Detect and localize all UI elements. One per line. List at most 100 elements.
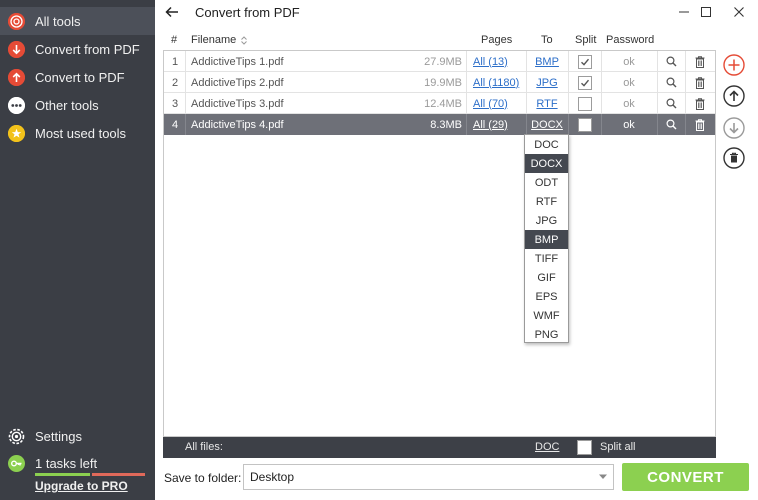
preview-icon[interactable]: [657, 72, 685, 93]
column-header-to: To: [541, 34, 553, 46]
split-checkbox[interactable]: [577, 96, 592, 111]
row-filename: AddictiveTips 1.pdf: [191, 55, 284, 68]
row-number: 3: [172, 97, 179, 110]
row-filename: AddictiveTips 3.pdf: [191, 97, 284, 110]
target-icon: [8, 12, 25, 30]
file-table: 1 AddictiveTips 1.pdf 27.9MB All (13) BM…: [163, 50, 716, 437]
chevron-down-icon: [599, 474, 607, 479]
save-folder-value: Desktop: [250, 470, 295, 484]
key-icon: [8, 454, 25, 472]
move-down-button[interactable]: [723, 117, 745, 139]
format-option-odt[interactable]: ODT: [525, 173, 568, 192]
sidebar-item-all-tools[interactable]: All tools: [0, 7, 155, 35]
table-row[interactable]: 2 AddictiveTips 2.pdf 19.9MB All (1180) …: [164, 72, 715, 93]
split-checkbox[interactable]: [577, 117, 592, 132]
delete-icon[interactable]: [685, 93, 715, 114]
sidebar-item-label: Other tools: [35, 97, 99, 113]
row-password-status: ok: [623, 55, 635, 68]
row-password-status: ok: [623, 118, 635, 131]
row-filename: AddictiveTips 4.pdf: [191, 118, 284, 131]
trash-icon: [723, 147, 745, 169]
format-option-jpg[interactable]: JPG: [525, 211, 568, 230]
column-header-pages: Pages: [481, 34, 513, 46]
checkmark-icon: [580, 58, 589, 66]
format-option-doc[interactable]: DOC: [525, 135, 568, 154]
row-pages-link[interactable]: All (13): [473, 56, 508, 68]
delete-icon[interactable]: [685, 72, 715, 93]
row-file-size: 12.4MB: [424, 97, 462, 110]
preview-icon[interactable]: [657, 114, 685, 135]
column-header-filename[interactable]: Filename: [191, 34, 248, 46]
arrow-down-circle-icon: [8, 40, 25, 58]
save-folder-select[interactable]: Desktop: [243, 464, 614, 490]
row-number: 1: [172, 55, 179, 68]
sidebar-item-most-used-tools[interactable]: Most used tools: [0, 119, 155, 147]
split-checkbox[interactable]: [577, 54, 592, 69]
split-all-checkbox[interactable]: [577, 440, 592, 455]
format-option-eps[interactable]: EPS: [525, 287, 568, 306]
maximize-icon[interactable]: [695, 2, 717, 22]
all-files-label: All files:: [185, 441, 223, 453]
format-option-tiff[interactable]: TIFF: [525, 249, 568, 268]
sidebar-item-settings[interactable]: Settings: [0, 427, 155, 445]
delete-icon[interactable]: [685, 51, 715, 72]
row-file-size: 27.9MB: [424, 55, 462, 68]
format-option-docx[interactable]: DOCX: [525, 154, 568, 173]
row-pages-link[interactable]: All (1180): [473, 77, 519, 89]
sidebar-item-label: Convert from PDF: [35, 41, 140, 57]
sort-icon: [241, 35, 248, 45]
upgrade-link[interactable]: Upgrade to PRO: [35, 479, 128, 493]
format-option-gif[interactable]: GIF: [525, 268, 568, 287]
row-format-select[interactable]: DOCX: [531, 119, 563, 131]
back-arrow-icon[interactable]: [163, 3, 181, 21]
move-up-button[interactable]: [723, 85, 745, 107]
title-bar: Convert from PDF: [155, 0, 758, 24]
row-password-status: ok: [623, 76, 635, 89]
preview-icon[interactable]: [657, 93, 685, 114]
delete-icon[interactable]: [685, 114, 715, 135]
format-option-wmf[interactable]: WMF: [525, 306, 568, 325]
sidebar-item-label: Convert to PDF: [35, 69, 125, 85]
sidebar-item-other-tools[interactable]: Other tools: [0, 91, 155, 119]
table-row-selected[interactable]: 4 AddictiveTips 4.pdf 8.3MB All (29) DOC…: [164, 114, 715, 135]
row-file-size: 8.3MB: [430, 118, 462, 131]
page-title: Convert from PDF: [195, 5, 300, 20]
row-pages-link[interactable]: All (29): [473, 119, 508, 131]
arrow-up-icon: [723, 85, 745, 107]
format-option-bmp[interactable]: BMP: [525, 230, 568, 249]
sidebar: All tools Convert from PDF Convert to PD…: [0, 0, 155, 500]
column-header-password: Password: [606, 34, 655, 46]
split-all-label: Split all: [600, 441, 636, 453]
format-dropdown-menu: DOC DOCX ODT RTF JPG BMP TIFF GIF EPS WM…: [524, 134, 569, 343]
row-pages-link[interactable]: All (70): [473, 98, 508, 110]
row-format-select[interactable]: RTF: [536, 98, 557, 110]
row-filename: AddictiveTips 2.pdf: [191, 76, 284, 89]
sidebar-item-label: All tools: [35, 13, 81, 29]
arrow-down-icon: [723, 117, 745, 139]
sidebar-item-convert-to-pdf[interactable]: Convert to PDF: [0, 63, 155, 91]
close-icon[interactable]: [728, 2, 750, 22]
remove-file-button[interactable]: [723, 147, 745, 169]
tasks-left: 1 tasks left: [0, 454, 155, 472]
all-files-format-select[interactable]: DOC: [535, 441, 559, 453]
table-row[interactable]: 3 AddictiveTips 3.pdf 12.4MB All (70) RT…: [164, 93, 715, 114]
row-format-select[interactable]: BMP: [535, 56, 559, 68]
preview-icon[interactable]: [657, 51, 685, 72]
row-format-select[interactable]: JPG: [536, 77, 557, 89]
split-checkbox[interactable]: [577, 75, 592, 90]
format-option-rtf[interactable]: RTF: [525, 192, 568, 211]
plus-icon: [723, 54, 745, 76]
checkmark-icon: [580, 79, 589, 87]
tasks-used-bar: [35, 473, 90, 476]
row-file-size: 19.9MB: [424, 76, 462, 89]
table-row[interactable]: 1 AddictiveTips 1.pdf 27.9MB All (13) BM…: [164, 51, 715, 72]
add-file-button[interactable]: [723, 54, 745, 76]
format-option-png[interactable]: PNG: [525, 325, 568, 344]
row-number: 2: [172, 76, 179, 89]
convert-button[interactable]: CONVERT: [622, 463, 749, 491]
minimize-icon[interactable]: [673, 2, 695, 22]
column-header-split: Split: [575, 34, 597, 46]
column-header-number: #: [171, 34, 178, 46]
sidebar-item-convert-from-pdf[interactable]: Convert from PDF: [0, 35, 155, 63]
sidebar-item-label: Most used tools: [35, 125, 127, 141]
